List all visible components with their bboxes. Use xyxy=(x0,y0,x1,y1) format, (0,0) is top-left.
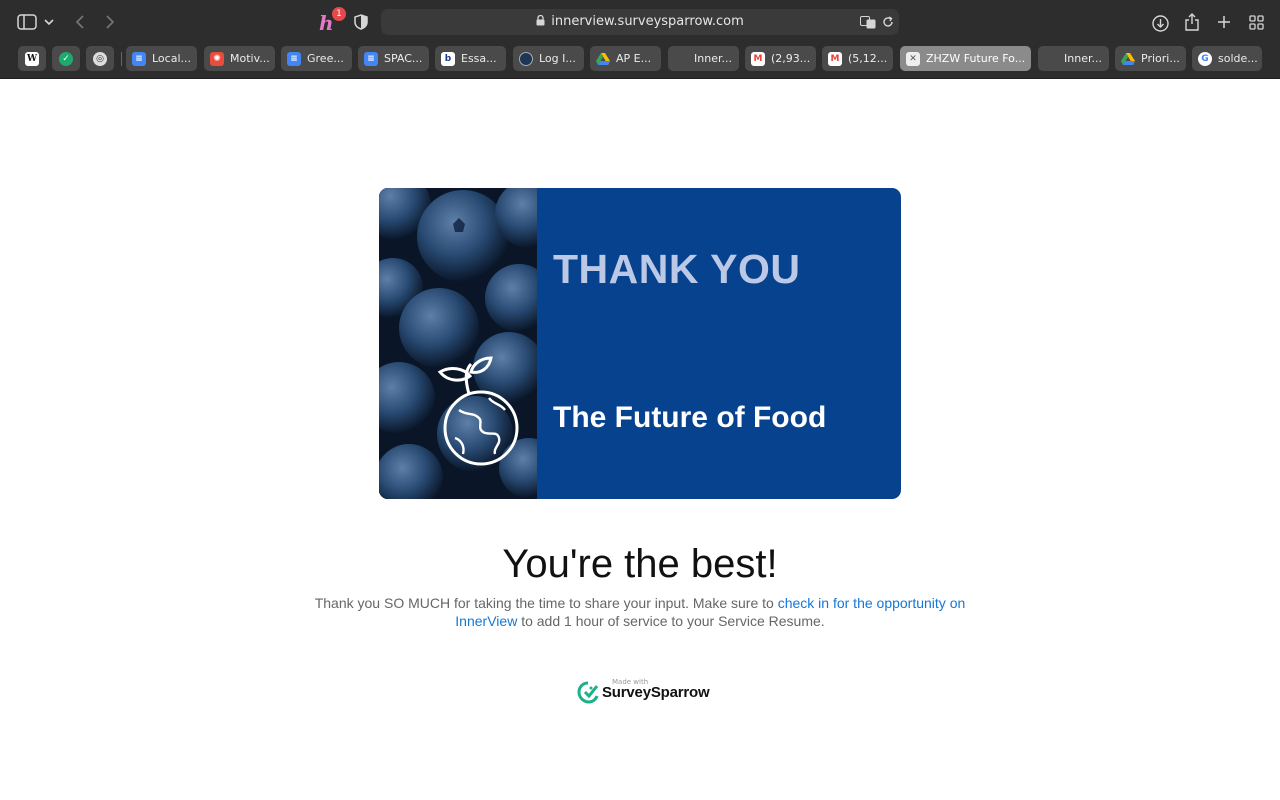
tab-essa[interactable]: b Essa... xyxy=(435,46,506,71)
tab-gmail-2[interactable]: M (5,12... xyxy=(822,46,893,71)
drive-icon xyxy=(596,52,610,66)
tab-divider xyxy=(121,52,122,66)
chevron-down-icon[interactable] xyxy=(43,16,55,28)
thank-you-banner: THANK YOU The Future of Food xyxy=(379,188,901,499)
browser-toolbar: h 1 innerview.surveysparrow.com xyxy=(0,0,1280,44)
banner-heading: THANK YOU xyxy=(553,246,801,292)
surveysparrow-badge[interactable]: Made with SurveySparrow xyxy=(577,676,710,706)
surveysparrow-logo-icon xyxy=(577,681,599,704)
tab-inner-2[interactable]: Inner... xyxy=(1038,46,1109,71)
shield-icon[interactable] xyxy=(352,13,370,31)
shield-check-icon: ✓ xyxy=(59,51,73,66)
tab-shield[interactable]: ✓ xyxy=(52,46,80,71)
globe-grid-icon: ◎ xyxy=(93,51,107,66)
docs-icon: ≡ xyxy=(364,51,378,66)
tab-motiv[interactable]: ✺ Motiv... xyxy=(204,46,275,71)
tab-priori[interactable]: Priori... xyxy=(1115,46,1186,71)
wikipedia-icon: W xyxy=(25,51,39,66)
brand-name: SurveySparrow xyxy=(602,684,710,701)
banner-subheading: The Future of Food xyxy=(553,401,827,434)
tab-bar: W ✓ ◎ ≡ Local... ✺ Motiv... ≡ Gree... ≡ SPAC… xyxy=(0,44,1280,79)
thank-you-message: Thank you SO MUCH for taking the time to… xyxy=(300,594,980,630)
globe-sprout-icon xyxy=(437,356,519,466)
gmail-icon: M xyxy=(751,51,765,66)
tab-local[interactable]: ≡ Local... xyxy=(126,46,197,71)
message-text: Thank you SO MUCH for taking the time to… xyxy=(314,595,778,611)
new-tab-icon[interactable] xyxy=(1215,13,1233,31)
tab-globe[interactable]: ◎ xyxy=(86,46,114,71)
sidebar-toggle-button[interactable] xyxy=(16,13,38,31)
tab-overview-icon[interactable] xyxy=(1247,13,1265,31)
back-button[interactable] xyxy=(72,13,88,31)
share-icon[interactable] xyxy=(1183,12,1201,32)
drive-icon xyxy=(1121,52,1135,66)
forward-button[interactable] xyxy=(102,13,118,31)
tab-spac[interactable]: ≡ SPAC... xyxy=(358,46,429,71)
close-square-icon: ✕ xyxy=(906,51,920,66)
motiv-icon: ✺ xyxy=(210,51,224,66)
notification-badge: 1 xyxy=(332,7,346,21)
docs-icon: ≡ xyxy=(287,51,301,66)
blueberries-photo xyxy=(379,188,537,499)
tab-solde[interactable]: Gsolde... xyxy=(1192,46,1262,71)
page-title: You're the best! xyxy=(502,542,778,586)
address-bar[interactable]: innerview.surveysparrow.com xyxy=(381,9,899,35)
docs-icon: ≡ xyxy=(132,51,146,66)
google-icon: G xyxy=(1198,51,1212,66)
download-icon[interactable] xyxy=(1150,13,1170,33)
reload-icon[interactable] xyxy=(880,14,896,30)
message-text-end: to add 1 hour of service to your Service… xyxy=(517,613,825,629)
circle-icon xyxy=(519,51,533,66)
tab-wikipedia[interactable]: W xyxy=(18,46,46,71)
blank-icon xyxy=(1044,52,1058,66)
tab-ap[interactable]: AP E... xyxy=(590,46,661,71)
tab-inner-1[interactable]: Inner... xyxy=(668,46,739,71)
b-icon: b xyxy=(441,51,455,66)
honey-extension-icon[interactable]: h 1 xyxy=(316,7,346,35)
url-text: innerview.surveysparrow.com xyxy=(551,14,744,29)
translate-icon[interactable] xyxy=(859,14,877,30)
tab-gmail-1[interactable]: M (2,93... xyxy=(745,46,816,71)
tab-gree[interactable]: ≡ Gree... xyxy=(281,46,352,71)
tab-login[interactable]: Log I... xyxy=(513,46,584,71)
blank-icon xyxy=(674,52,688,66)
gmail-icon: M xyxy=(828,51,842,66)
tab-zhzw-future-food[interactable]: ✕ ZHZW Future Fo... xyxy=(900,46,1031,71)
lock-icon xyxy=(536,14,545,30)
